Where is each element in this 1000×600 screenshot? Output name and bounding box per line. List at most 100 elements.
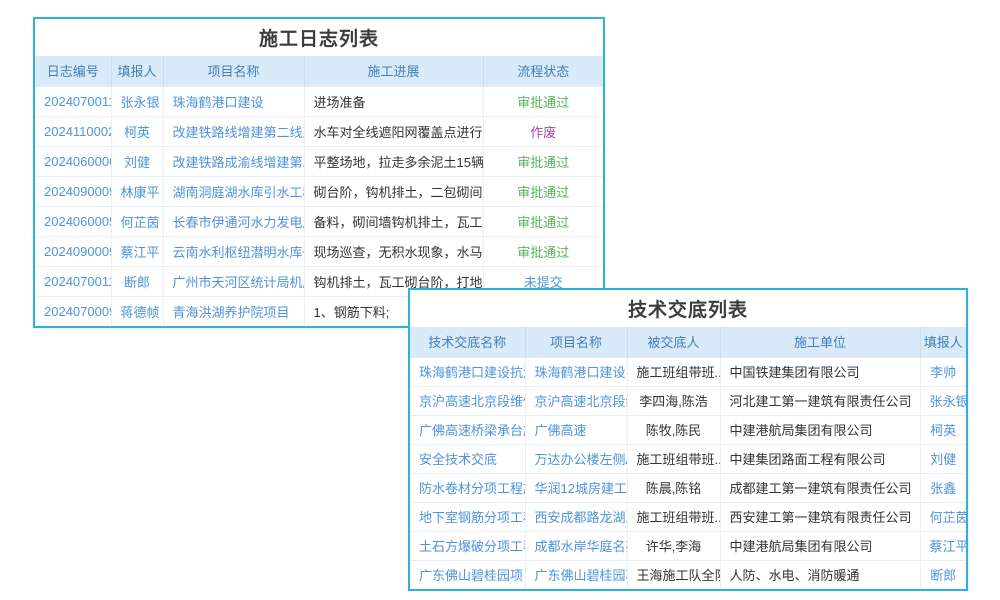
tech-disclosure-panel: 技术交底列表 技术交底名称项目名称被交底人施工单位填报人 珠海鹤港口建设抗浮..…: [408, 288, 968, 591]
reporter-cell: 张永银: [111, 86, 163, 116]
progress-cell: 平整场地，拉走多余泥土15辆...: [304, 146, 483, 176]
id-cell: 2024090009: [35, 236, 111, 266]
reporter-cell: 林康平: [111, 176, 163, 206]
reporter-link[interactable]: 断郎: [124, 275, 150, 290]
project-link[interactable]: 万达办公楼左侧A...: [535, 452, 628, 467]
reporter-cell: 柯英: [920, 415, 966, 444]
id-link[interactable]: 2024060005: [44, 214, 111, 229]
name-link[interactable]: 防水卷材分项工程施...: [419, 481, 525, 496]
column-header-receiver: 被交底人: [627, 327, 720, 357]
project-link[interactable]: 珠海鹤港口建设: [173, 95, 264, 110]
table-row: 地下室钢筋分项工程...西安成都路龙湖上...施工班组带班...西安建工第一建筑…: [410, 502, 966, 531]
construction-log-table: 日志编号填报人项目名称施工进展流程状态 2024070011张永银珠海鹤港口建设…: [35, 56, 603, 326]
reporter-link[interactable]: 柯英: [124, 125, 150, 140]
id-link[interactable]: 2024070011: [44, 94, 111, 109]
project-link[interactable]: 改建铁路成渝线增建第二...: [173, 155, 305, 170]
id-link[interactable]: 2024060006: [44, 154, 111, 169]
reporter-link[interactable]: 刘健: [124, 155, 150, 170]
unit-cell: 中国铁建集团有限公司: [720, 357, 920, 386]
reporter-link[interactable]: 蔡江平: [121, 245, 160, 260]
project-link[interactable]: 京沪高速北京段维修: [535, 394, 628, 409]
reporter-link[interactable]: 断郎: [930, 568, 956, 583]
id-link[interactable]: 2024110002: [44, 124, 111, 139]
name-link[interactable]: 地下室钢筋分项工程...: [419, 510, 525, 525]
reporter-cell: 蒋德帧: [111, 296, 163, 326]
reporter-link[interactable]: 张鑫: [930, 481, 956, 496]
name-link[interactable]: 土石方爆破分项工程...: [419, 539, 525, 554]
reporter-link[interactable]: 张永银: [930, 394, 967, 409]
column-header-reporter: 填报人: [920, 327, 966, 357]
name-cell: 防水卷材分项工程施...: [410, 473, 525, 502]
id-link[interactable]: 2024090009: [44, 184, 111, 199]
reporter-link[interactable]: 刘健: [930, 452, 956, 467]
reporter-cell: 断郎: [111, 266, 163, 296]
reporter-link[interactable]: 柯英: [930, 423, 956, 438]
reporter-link[interactable]: 何芷茵: [930, 510, 967, 525]
id-cell: 2024070009: [35, 296, 111, 326]
project-cell: 青海洪湖养护院项目: [163, 296, 304, 326]
status-cell: 审批通过: [483, 206, 603, 236]
project-link[interactable]: 广州市天河区统计局机房...: [173, 275, 305, 290]
progress-cell: 现场巡查，无积水现象，水马...: [304, 236, 483, 266]
project-cell: 京沪高速北京段维修: [525, 386, 627, 415]
table-row: 防水卷材分项工程施... 华润12城房建工...陈晨,陈铭成都建工第一建筑有限责任…: [410, 473, 966, 502]
name-link[interactable]: 珠海鹤港口建设抗浮...: [419, 365, 525, 380]
progress-text: 砌台阶，钩机排土，二包砌间...: [314, 185, 484, 200]
unit-text: 成都建工第一建筑有限责任公司: [730, 481, 912, 496]
receiver-cell: 陈晨,陈铭: [627, 473, 720, 502]
project-cell: 改建铁路成渝线增建第二...: [163, 146, 304, 176]
project-link[interactable]: 广佛高速: [535, 423, 587, 438]
unit-text: 中国铁建集团有限公司: [730, 365, 860, 380]
receiver-text: 施工班组带班...: [637, 510, 721, 525]
unit-cell: 河北建工第一建筑有限责任公司: [720, 386, 920, 415]
table-row: 2024090009 蔡江平云南水利枢纽潜明水库一...现场巡查，无积水现象，水马…: [35, 236, 603, 266]
project-link[interactable]: 青海洪湖养护院项目: [173, 305, 290, 320]
name-link[interactable]: 广东佛山碧桂园项目...: [419, 568, 525, 583]
progress-text: 进场准备: [314, 95, 366, 110]
progress-text: 水车对全线遮阳网覆盖点进行...: [314, 125, 484, 140]
column-header-reporter: 填报人: [111, 56, 163, 86]
reporter-link[interactable]: 李帅: [930, 365, 956, 380]
name-link[interactable]: 京沪高速北京段维修...: [419, 394, 525, 409]
project-link[interactable]: 珠海鹤港口建设: [535, 365, 626, 380]
reporter-link[interactable]: 何芷茵: [121, 215, 160, 230]
project-link[interactable]: 成都水岸华庭名苑...: [535, 539, 628, 554]
project-link[interactable]: 云南水利枢纽潜明水库一...: [173, 245, 305, 260]
reporter-link[interactable]: 蒋德帧: [121, 305, 160, 320]
progress-cell: 水车对全线遮阳网覆盖点进行...: [304, 116, 483, 146]
id-cell: 2024070011: [35, 86, 111, 116]
status-cell: 审批通过: [483, 176, 603, 206]
reporter-link[interactable]: 张永银: [121, 95, 160, 110]
unit-cell: 中建港航局集团有限公司: [720, 415, 920, 444]
receiver-text: 王海施工队全队: [637, 568, 721, 583]
name-link[interactable]: 安全技术交底: [419, 452, 497, 467]
receiver-cell: 施工班组带班...: [627, 357, 720, 386]
project-cell: 长春市伊通河水力发电厂...: [163, 206, 304, 236]
progress-cell: 砌台阶，钩机排土，二包砌间...: [304, 176, 483, 206]
project-cell: 华润12城房建工...: [525, 473, 627, 502]
project-cell: 珠海鹤港口建设: [525, 357, 627, 386]
status-cell: 审批通过: [483, 146, 603, 176]
reporter-cell: 刘健: [920, 444, 966, 473]
receiver-text: 施工班组带班...: [637, 452, 721, 467]
project-link[interactable]: 广东佛山碧桂园项目: [535, 568, 628, 583]
id-link[interactable]: 2024070009: [44, 304, 111, 319]
reporter-cell: 断郎: [920, 560, 966, 589]
name-link[interactable]: 广佛高速桥梁承台施...: [419, 423, 525, 438]
project-link[interactable]: 改建铁路线增建第二线直...: [173, 125, 305, 140]
id-link[interactable]: 2024090009: [44, 244, 111, 259]
project-link[interactable]: 长春市伊通河水力发电厂...: [173, 215, 305, 230]
project-cell: 广东佛山碧桂园项目: [525, 560, 627, 589]
status-cell: 审批通过: [483, 236, 603, 266]
reporter-link[interactable]: 林康平: [121, 185, 160, 200]
reporter-link[interactable]: 蔡江平: [930, 539, 967, 554]
status-badge: 审批通过: [517, 95, 569, 110]
unit-text: 中建集团路面工程有限公司: [730, 452, 886, 467]
project-link[interactable]: 西安成都路龙湖上...: [535, 510, 628, 525]
project-link[interactable]: 湖南洞庭湖水库引水工程...: [173, 185, 305, 200]
project-link[interactable]: 华润12城房建工...: [535, 481, 628, 496]
receiver-cell: 施工班组带班...: [627, 444, 720, 473]
id-link[interactable]: 2024070011: [44, 274, 111, 289]
id-cell: 2024110002: [35, 116, 111, 146]
reporter-cell: 柯英: [111, 116, 163, 146]
